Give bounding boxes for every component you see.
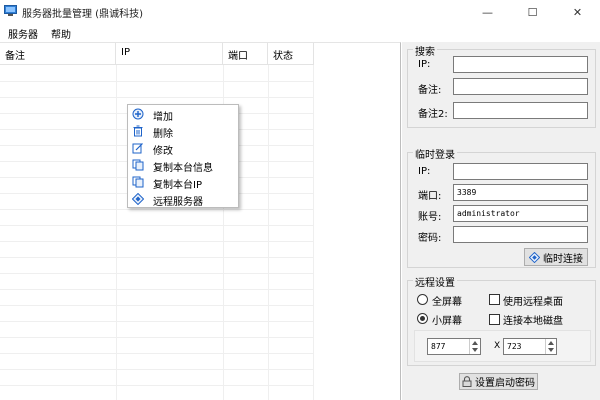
grid-line [0, 97, 314, 98]
temp-connect-label: 临时连接 [543, 253, 583, 265]
remote-icon [132, 193, 144, 205]
search-note-label: 备注: [418, 85, 442, 96]
menu-server[interactable]: 服务器 [5, 26, 41, 41]
connect-local-disk-checkbox[interactable] [489, 314, 500, 325]
use-remote-desktop-label[interactable]: 使用远程桌面 [503, 293, 563, 308]
search-note2-label: 备注2: [418, 109, 448, 120]
list-header: 备注 IP 端口 状态 [0, 43, 314, 65]
width-stepper[interactable]: 877 [427, 338, 481, 355]
temp-connect-button[interactable]: 临时连接 [524, 248, 588, 266]
login-ip-input[interactable] [453, 163, 588, 180]
temp-login-group-title: 临时登录 [413, 146, 457, 161]
grid-line [268, 65, 269, 400]
search-ip-label: IP: [418, 59, 431, 70]
grid-line [116, 65, 117, 400]
grid-line [0, 369, 314, 370]
menu-item-label: 修改 [153, 146, 173, 157]
minimize-button[interactable]: — [465, 0, 510, 24]
remote-icon [529, 251, 540, 263]
copy-icon [132, 159, 144, 171]
grid-line [0, 257, 314, 258]
grid-line [0, 337, 314, 338]
close-button[interactable]: ✕ [555, 0, 600, 24]
grid-line [0, 81, 314, 82]
resolution-x-label: X [494, 341, 501, 351]
login-password-label: 密码: [418, 233, 442, 244]
title-bar: 服务器批量管理 (鼎诚科技) — ☐ ✕ [0, 0, 600, 24]
menu-item-delete[interactable]: 删除 [128, 123, 238, 140]
resolution-box: 877 X 723 [414, 330, 591, 362]
connect-local-disk-label[interactable]: 连接本地磁盘 [503, 312, 563, 327]
grid-line [0, 385, 314, 386]
login-port-label: 端口: [418, 191, 442, 202]
column-note[interactable]: 备注 [0, 43, 116, 65]
right-panel: 搜索 IP: 备注: 备注2: 临时登录 IP: 端口: 3389 账号: ad… [402, 42, 600, 400]
grid-line [313, 65, 314, 400]
fullscreen-label[interactable]: 全屏幕 [432, 293, 462, 308]
login-port-input[interactable]: 3389 [453, 184, 588, 201]
column-ip[interactable]: IP [116, 43, 223, 65]
grid-line [0, 305, 314, 306]
set-boot-password-button[interactable]: 设置启动密码 [459, 373, 538, 390]
context-menu: 增加 删除 修改 复制本台信息 复制本台IP 远程服务器 [127, 104, 239, 208]
menu-bar: 服务器 帮助 [0, 24, 600, 42]
menu-item-label: 复制本台IP [153, 180, 202, 191]
menu-item-label: 删除 [153, 129, 173, 140]
menu-item-label: 复制本台信息 [153, 163, 213, 174]
menu-item-add[interactable]: 增加 [128, 106, 238, 123]
width-stepper-arrows[interactable] [469, 339, 480, 354]
temp-login-group: 临时登录 IP: 端口: 3389 账号: administrator 密码: … [407, 146, 596, 268]
add-icon [132, 108, 144, 120]
width-value: 877 [431, 342, 446, 351]
height-stepper-arrows[interactable] [545, 339, 556, 354]
set-boot-password-label: 设置启动密码 [475, 378, 535, 389]
login-account-input[interactable]: administrator [453, 205, 588, 222]
height-value: 723 [507, 342, 522, 351]
use-remote-desktop-checkbox[interactable] [489, 294, 500, 305]
login-password-input[interactable] [453, 226, 588, 243]
login-account-label: 账号: [418, 212, 442, 223]
menu-item-remote[interactable]: 远程服务器 [128, 191, 238, 208]
lock-icon [462, 376, 472, 387]
grid-line [0, 353, 314, 354]
search-note2-input[interactable] [453, 102, 588, 119]
search-group-title: 搜索 [413, 43, 437, 58]
search-ip-input[interactable] [453, 56, 588, 73]
grid-line [0, 225, 314, 226]
smallscreen-label[interactable]: 小屏幕 [432, 312, 462, 327]
search-note-input[interactable] [453, 78, 588, 95]
menu-item-label: 增加 [153, 112, 173, 123]
delete-icon [133, 125, 143, 137]
copy-icon [132, 176, 144, 188]
grid-line [0, 241, 314, 242]
menu-item-copy-ip[interactable]: 复制本台IP [128, 174, 238, 191]
grid-line [0, 289, 314, 290]
fullscreen-radio[interactable] [417, 294, 428, 305]
edit-icon [132, 143, 143, 154]
window-title: 服务器批量管理 (鼎诚科技) [22, 9, 143, 20]
column-port[interactable]: 端口 [223, 43, 268, 65]
grid-line [0, 321, 314, 322]
maximize-button[interactable]: ☐ [510, 0, 555, 24]
column-status[interactable]: 状态 [268, 43, 314, 65]
server-list[interactable]: 备注 IP 端口 状态 [0, 42, 401, 400]
menu-item-copy-info[interactable]: 复制本台信息 [128, 157, 238, 174]
smallscreen-radio[interactable] [417, 313, 428, 324]
remote-settings-group: 远程设置 全屏幕 使用远程桌面 小屏幕 连接本地磁盘 877 X 723 [407, 274, 596, 366]
menu-help[interactable]: 帮助 [48, 26, 74, 41]
login-ip-label: IP: [418, 166, 431, 177]
grid-line [0, 209, 314, 210]
height-stepper[interactable]: 723 [503, 338, 557, 355]
app-icon [4, 5, 17, 16]
remote-settings-title: 远程设置 [413, 274, 457, 289]
menu-item-edit[interactable]: 修改 [128, 140, 238, 157]
menu-item-label: 远程服务器 [153, 197, 203, 208]
search-group: 搜索 IP: 备注: 备注2: [407, 43, 596, 128]
grid-line [0, 273, 314, 274]
